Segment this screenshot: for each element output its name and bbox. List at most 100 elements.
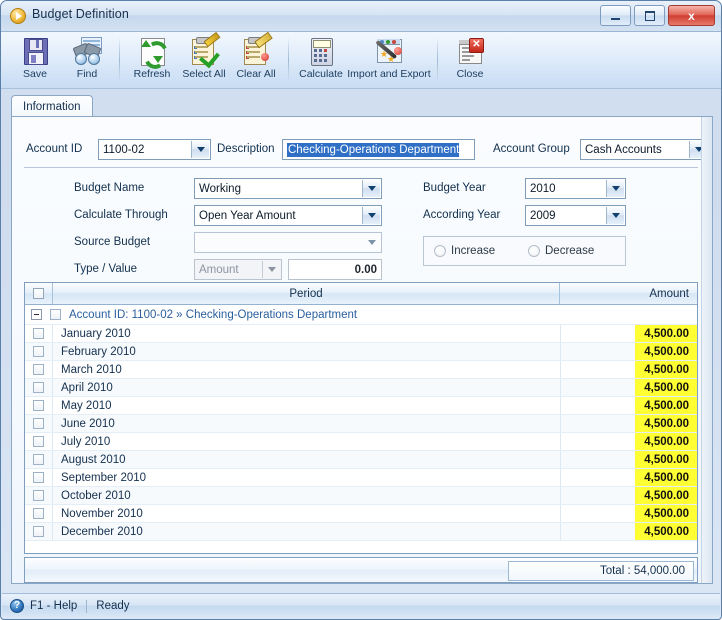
cell-amount[interactable]: 4,500.00 bbox=[635, 505, 697, 522]
grid-header-amount[interactable]: Amount bbox=[560, 283, 697, 304]
type-combo[interactable]: Amount bbox=[194, 259, 282, 280]
table-row[interactable]: August 2010 4,500.00 bbox=[25, 451, 697, 469]
toolbar-button-clear-all[interactable]: Clear All bbox=[230, 31, 282, 88]
row-select-cell[interactable] bbox=[25, 487, 53, 504]
table-row[interactable]: June 2010 4,500.00 bbox=[25, 415, 697, 433]
table-row[interactable]: May 2010 4,500.00 bbox=[25, 397, 697, 415]
radio-decrease[interactable]: Decrease bbox=[528, 245, 594, 257]
row-select-cell[interactable] bbox=[25, 433, 53, 450]
toolbar-button-calculate[interactable]: Calculate bbox=[295, 32, 347, 88]
chevron-down-icon[interactable] bbox=[363, 234, 380, 251]
table-row[interactable]: March 2010 4,500.00 bbox=[25, 361, 697, 379]
row-select-cell[interactable] bbox=[25, 361, 53, 378]
checkbox-icon[interactable] bbox=[33, 382, 44, 393]
checkbox-icon[interactable] bbox=[33, 508, 44, 519]
checkbox-icon[interactable] bbox=[50, 309, 61, 320]
value-amount: 0.00 bbox=[354, 263, 377, 276]
toolbar-button-refresh[interactable]: Refresh bbox=[126, 32, 178, 88]
cell-amount[interactable]: 4,500.00 bbox=[635, 379, 697, 396]
row-select-cell[interactable] bbox=[25, 523, 53, 540]
budget-name-combo[interactable]: Working bbox=[194, 178, 382, 199]
according-year-combo[interactable]: 2009 bbox=[525, 205, 626, 226]
row-select-cell[interactable] bbox=[25, 415, 53, 432]
checkbox-icon[interactable] bbox=[33, 328, 44, 339]
chevron-down-icon[interactable] bbox=[362, 207, 380, 224]
account-group-combo[interactable]: Cash Accounts bbox=[580, 139, 709, 160]
toolbar-button-select-all[interactable]: Select All bbox=[178, 31, 230, 88]
close-button[interactable]: x bbox=[668, 5, 715, 26]
toolbar-button-save[interactable]: Save bbox=[9, 32, 61, 88]
cell-amount[interactable]: 4,500.00 bbox=[635, 487, 697, 504]
row-select-cell[interactable] bbox=[25, 343, 53, 360]
budget-year-combo[interactable]: 2010 bbox=[525, 178, 626, 199]
checkbox-icon[interactable] bbox=[33, 526, 44, 537]
cell-amount[interactable]: 4,500.00 bbox=[635, 325, 697, 342]
account-id-combo[interactable]: 1100-02 bbox=[98, 139, 211, 160]
minimize-button[interactable] bbox=[600, 5, 631, 26]
radio-increase[interactable]: Increase bbox=[434, 245, 495, 257]
source-budget-combo[interactable] bbox=[194, 232, 382, 253]
grid-header-select-all[interactable] bbox=[25, 283, 53, 304]
checkbox-icon[interactable] bbox=[33, 288, 44, 299]
cell-amount[interactable]: 4,500.00 bbox=[635, 451, 697, 468]
table-row[interactable]: December 2010 4,500.00 bbox=[25, 523, 697, 541]
toolbar-button-close[interactable]: ✕ Close bbox=[444, 32, 496, 88]
toolbar-button-import-and-export[interactable]: ★ ★ Import and Export bbox=[347, 32, 431, 88]
row-select-cell[interactable] bbox=[25, 325, 53, 342]
toolbar-label-import-and-export: Import and Export bbox=[347, 68, 431, 80]
table-row[interactable]: September 2010 4,500.00 bbox=[25, 469, 697, 487]
table-row[interactable]: October 2010 4,500.00 bbox=[25, 487, 697, 505]
checkbox-icon[interactable] bbox=[33, 418, 44, 429]
chevron-down-icon[interactable] bbox=[606, 207, 624, 224]
maximize-icon bbox=[635, 6, 664, 25]
checkbox-icon[interactable] bbox=[33, 490, 44, 501]
chevron-down-icon[interactable] bbox=[606, 180, 624, 197]
budget-definition-window: Budget Definition x Save Find Refresh Se… bbox=[0, 0, 722, 620]
cell-amount[interactable]: 4,500.00 bbox=[635, 433, 697, 450]
calculate-through-combo[interactable]: Open Year Amount bbox=[194, 205, 382, 226]
tab-information[interactable]: Information bbox=[11, 95, 93, 117]
cell-amount[interactable]: 4,500.00 bbox=[635, 523, 697, 540]
cell-amount[interactable]: 4,500.00 bbox=[635, 343, 697, 360]
budget-periods-grid[interactable]: Period Amount Account ID: 1100-02 » Chec… bbox=[24, 282, 698, 554]
cell-amount[interactable]: 4,500.00 bbox=[635, 397, 697, 414]
status-help-label[interactable]: F1 - Help bbox=[30, 600, 77, 612]
grid-header-period[interactable]: Period bbox=[53, 283, 560, 304]
checkbox-icon[interactable] bbox=[33, 346, 44, 357]
row-select-cell[interactable] bbox=[25, 397, 53, 414]
checkbox-icon[interactable] bbox=[33, 472, 44, 483]
description-label: Description bbox=[217, 143, 275, 155]
row-select-cell[interactable] bbox=[25, 469, 53, 486]
chevron-down-icon[interactable] bbox=[191, 141, 209, 158]
checkbox-icon[interactable] bbox=[33, 364, 44, 375]
chevron-down-icon[interactable] bbox=[262, 261, 280, 278]
row-select-cell[interactable] bbox=[25, 451, 53, 468]
description-input[interactable]: Checking-Operations Department bbox=[282, 139, 475, 160]
value-input[interactable]: 0.00 bbox=[288, 259, 382, 280]
table-row[interactable]: July 2010 4,500.00 bbox=[25, 433, 697, 451]
chevron-down-icon[interactable] bbox=[362, 180, 380, 197]
budget-year-label: Budget Year bbox=[423, 182, 486, 194]
toolbar-button-find[interactable]: Find bbox=[61, 32, 113, 88]
cell-amount[interactable]: 4,500.00 bbox=[635, 361, 697, 378]
account-group-label: Account Group bbox=[493, 143, 570, 155]
table-row[interactable]: February 2010 4,500.00 bbox=[25, 343, 697, 361]
cell-amount[interactable]: 4,500.00 bbox=[635, 415, 697, 432]
collapse-expander-icon[interactable] bbox=[31, 309, 42, 320]
toolbar-label-select-all: Select All bbox=[182, 68, 226, 80]
question-mark-icon[interactable]: ? bbox=[10, 599, 24, 613]
table-row[interactable]: January 2010 4,500.00 bbox=[25, 325, 697, 343]
panel-scrollbar[interactable] bbox=[701, 117, 712, 583]
checkbox-icon[interactable] bbox=[33, 400, 44, 411]
table-row[interactable]: November 2010 4,500.00 bbox=[25, 505, 697, 523]
cell-amount[interactable]: 4,500.00 bbox=[635, 469, 697, 486]
checkbox-icon[interactable] bbox=[33, 436, 44, 447]
checkbox-icon[interactable] bbox=[33, 454, 44, 465]
maximize-button[interactable] bbox=[634, 5, 665, 26]
table-row[interactable]: April 2010 4,500.00 bbox=[25, 379, 697, 397]
toolbar-label-calculate: Calculate bbox=[299, 68, 343, 80]
row-select-cell[interactable] bbox=[25, 379, 53, 396]
row-select-cell[interactable] bbox=[25, 505, 53, 522]
grid-group-row[interactable]: Account ID: 1100-02 » Checking-Operation… bbox=[25, 305, 697, 325]
cell-period: May 2010 bbox=[61, 399, 112, 412]
